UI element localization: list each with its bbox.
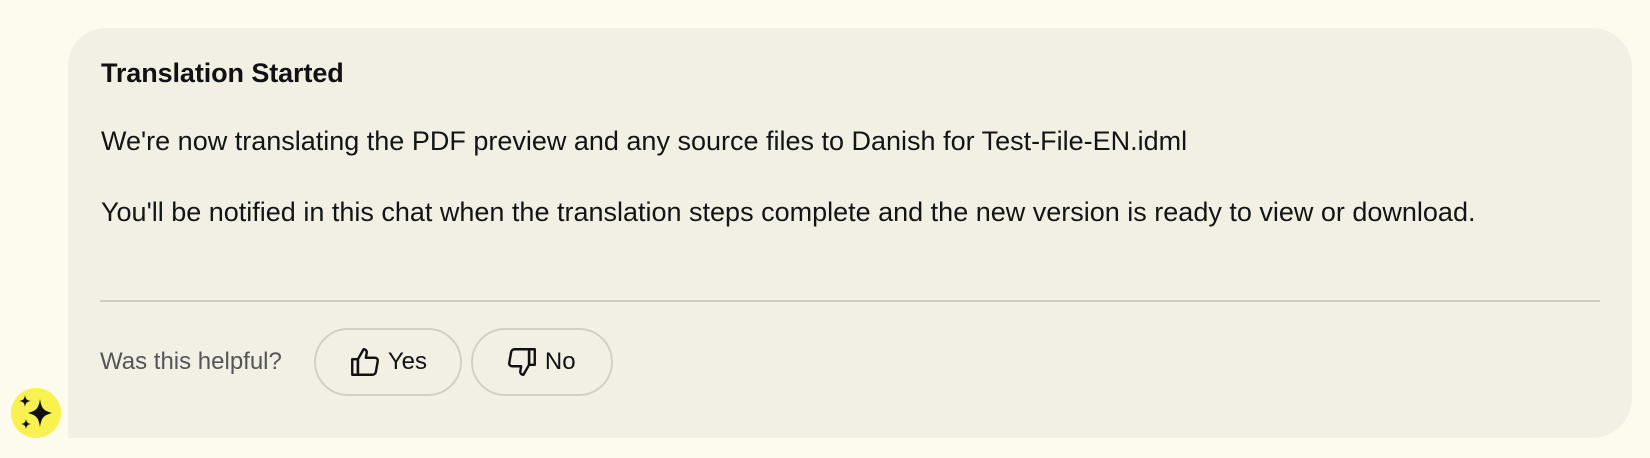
feedback-question: Was this helpful? [100,348,282,375]
sparkles-icon [19,395,52,429]
message-paragraph: You'll be notified in this chat when the… [101,197,1476,227]
assistant-message-card: Translation Started We're now translatin… [68,28,1632,438]
feedback-divider [100,300,1600,302]
message-paragraph: We're now translating the PDF preview an… [101,126,1188,156]
message-title: Translation Started [101,58,344,88]
helpful-yes-button[interactable]: Yes [313,328,462,396]
helpful-no-button[interactable]: No [470,328,613,396]
assistant-avatar [11,388,61,438]
no-label: No [544,348,576,375]
thumbs-up-icon [350,348,379,376]
chat-page: Translation Started We're now translatin… [0,0,1650,458]
yes-label: Yes [387,348,428,375]
thumbs-down-icon [507,348,536,376]
feedback-row: Was this helpful? Yes No [100,326,622,398]
